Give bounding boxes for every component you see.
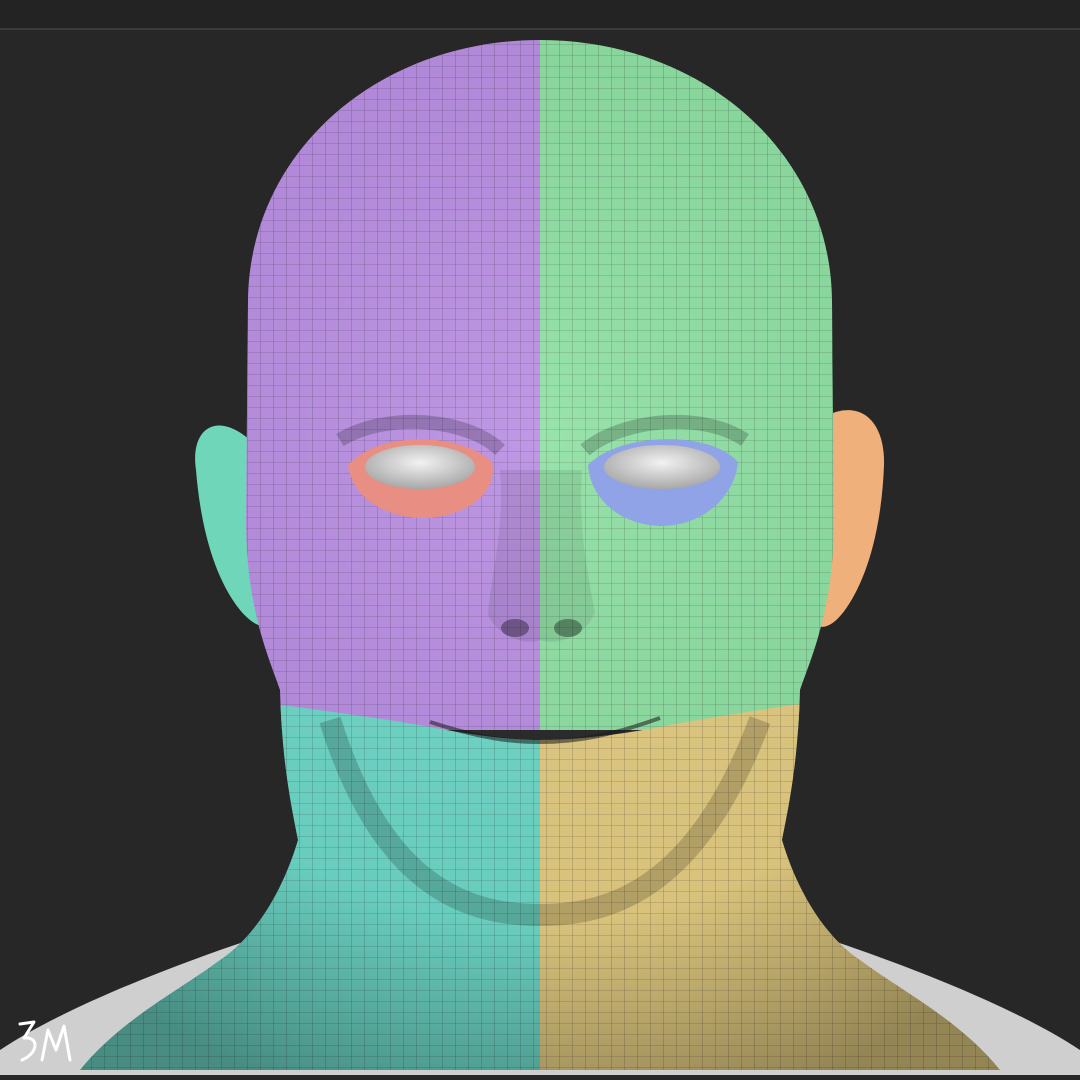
left-eyeball[interactable] xyxy=(365,445,475,489)
sculpt-canvas[interactable] xyxy=(0,0,1080,1080)
3d-viewport[interactable] xyxy=(0,0,1080,1080)
nose-shape xyxy=(488,470,595,642)
head-mesh[interactable] xyxy=(0,0,1080,1080)
right-nostril xyxy=(554,619,582,637)
artist-signature xyxy=(18,1020,72,1062)
right-eyeball[interactable] xyxy=(604,445,720,489)
left-nostril xyxy=(501,619,529,637)
